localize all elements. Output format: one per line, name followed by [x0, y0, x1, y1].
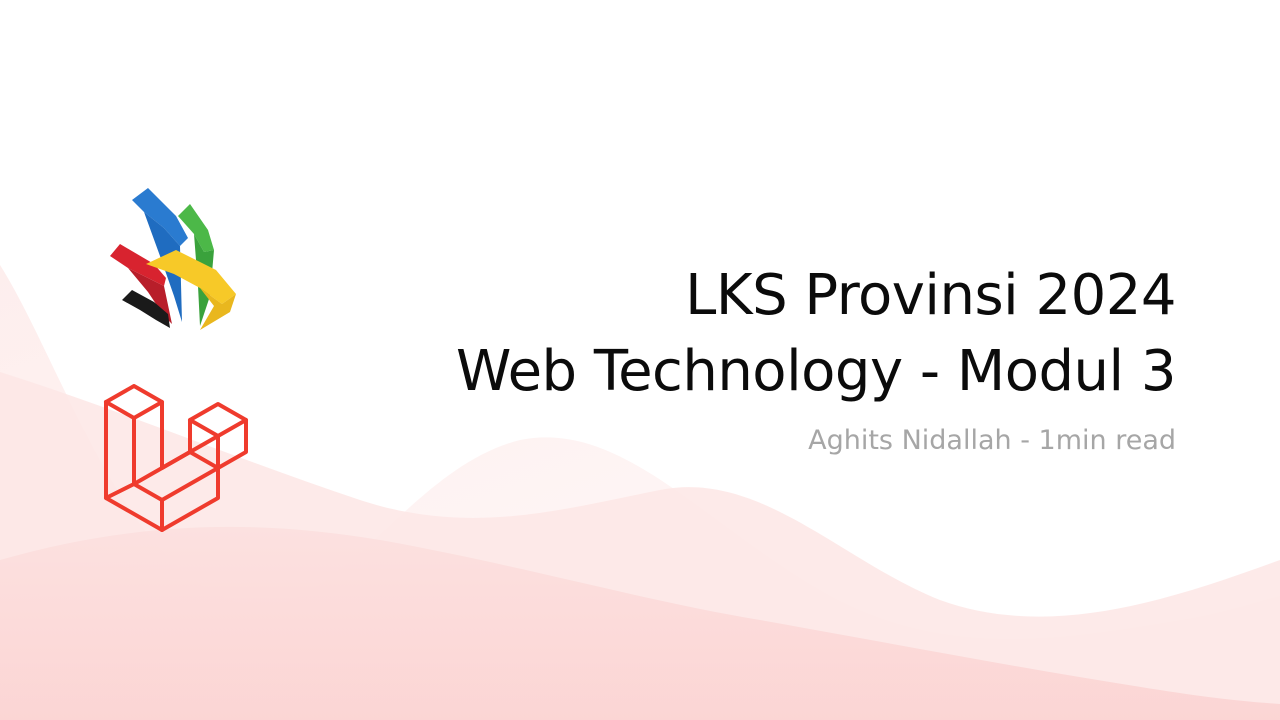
lks-logo-icon [110, 188, 236, 330]
title-block: LKS Provinsi 2024 Web Technology - Modul… [456, 258, 1177, 458]
page-title-line-2: Web Technology - Modul 3 [456, 339, 1177, 404]
laravel-logo-icon [104, 384, 248, 532]
page-title-line-1: LKS Provinsi 2024 [685, 263, 1176, 328]
slide: LKS Provinsi 2024 Web Technology - Modul… [0, 0, 1280, 720]
author-read-time: Aghits Nidallah - 1min read [808, 425, 1176, 456]
